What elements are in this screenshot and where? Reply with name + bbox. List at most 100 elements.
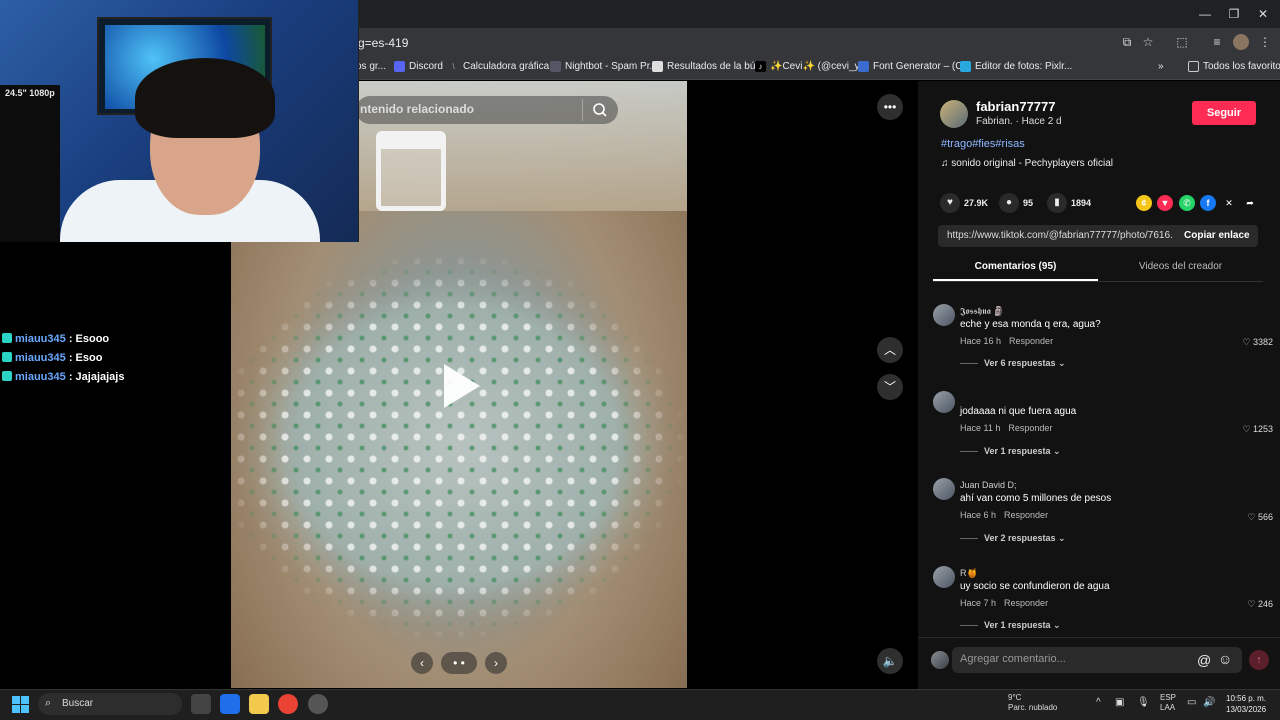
next-video-icon[interactable]: ﹀ bbox=[877, 374, 903, 400]
bookmark-item-font[interactable]: Font Generator – (C... bbox=[858, 61, 971, 72]
comment-likes[interactable]: ♡ 1253 bbox=[1223, 424, 1273, 435]
chat-badge-icon bbox=[2, 352, 12, 362]
commenter-avatar[interactable] bbox=[933, 566, 955, 588]
screen: — ❐ ✕ g=es-419 ⧉ ☆ ⬚ ≡ ⋮ os gr... Discor… bbox=[0, 0, 1280, 720]
windows-start-icon[interactable] bbox=[12, 696, 30, 714]
network-icon[interactable]: ▭ bbox=[1187, 697, 1196, 708]
reply-button[interactable]: Responder bbox=[1004, 510, 1048, 520]
bookmark-star-icon[interactable]: ☆ bbox=[1140, 34, 1156, 50]
microphone-icon[interactable]: 🎙 bbox=[1137, 697, 1150, 708]
bookmark-item-nightbot[interactable]: Nightbot - Spam Pr... bbox=[550, 61, 658, 72]
more-bookmarks-icon[interactable]: » bbox=[1158, 61, 1164, 72]
taskbar-clock[interactable]: 10:56 p. m. 13/03/2026 bbox=[1226, 693, 1266, 715]
menu-icon[interactable]: ⋮ bbox=[1257, 34, 1273, 50]
carousel-next-button[interactable]: › bbox=[485, 652, 507, 674]
minimize-icon[interactable]: — bbox=[1195, 5, 1215, 23]
webcam-overlay: 24.5" 1080p bbox=[0, 0, 359, 242]
heart-outline-icon: ♡ bbox=[1242, 424, 1253, 434]
carousel-prev-button[interactable]: ‹ bbox=[411, 652, 433, 674]
obs-icon[interactable] bbox=[308, 694, 328, 714]
font-icon bbox=[858, 61, 869, 72]
reply-button[interactable]: Responder bbox=[1008, 423, 1052, 433]
bookmark-item-pixlr[interactable]: Editor de fotos: Pixlr... bbox=[960, 61, 1072, 72]
post-sound[interactable]: ♫ sonido original - Pechyplayers oficial bbox=[941, 158, 1113, 169]
reply-button[interactable]: Responder bbox=[1009, 336, 1053, 346]
tab-creator-videos[interactable]: Videos del creador bbox=[1098, 261, 1263, 272]
comment-likes[interactable]: ♡ 3382 bbox=[1223, 337, 1273, 348]
restore-icon[interactable]: ❐ bbox=[1224, 5, 1244, 23]
share-arrow-icon[interactable]: ➦ bbox=[1242, 195, 1258, 211]
bookmark-item-discord[interactable]: Discord bbox=[394, 61, 443, 72]
repost-share-icon[interactable]: ▼ bbox=[1157, 195, 1173, 211]
close-icon[interactable]: ✕ bbox=[1253, 5, 1273, 23]
webcam-person-hair bbox=[135, 58, 275, 138]
commenter-name[interactable]: 𝕵𝖔𝖘𝖘𝖍𝖚𝖆 🗿 bbox=[960, 306, 1005, 317]
author-avatar[interactable] bbox=[940, 100, 968, 128]
chat-message: miauu345 : Esoo bbox=[2, 352, 102, 364]
bookmark-item-tiktok[interactable]: ♪ ✨Cevi✨ (@cevi_y... bbox=[755, 61, 867, 72]
more-options-icon[interactable]: ••• bbox=[877, 94, 903, 120]
search-icon[interactable] bbox=[590, 100, 610, 120]
tab-comments[interactable]: Comentarios (95) bbox=[933, 261, 1098, 272]
copy-link-button[interactable]: Copiar enlace bbox=[1184, 230, 1250, 241]
heart-outline-icon: ♡ bbox=[1247, 512, 1258, 522]
whatsapp-icon[interactable]: ✆ bbox=[1179, 195, 1195, 211]
discord-icon bbox=[394, 61, 405, 72]
previous-video-icon[interactable]: ︿ bbox=[877, 337, 903, 363]
file-explorer-icon[interactable] bbox=[249, 694, 269, 714]
profile-avatar[interactable] bbox=[1233, 34, 1249, 50]
bookmark-item-calculator[interactable]: \ Calculadora gráfica... bbox=[448, 61, 557, 72]
commenter-name[interactable]: Juan David D; bbox=[960, 480, 1017, 490]
task-view-icon[interactable] bbox=[191, 694, 211, 714]
current-user-avatar bbox=[931, 651, 949, 669]
edge-icon[interactable] bbox=[220, 694, 240, 714]
carousel-dots[interactable]: • • bbox=[441, 652, 477, 674]
emoji-icon[interactable]: ☺ bbox=[1218, 651, 1232, 667]
tray-app-icon[interactable]: ▣ bbox=[1115, 697, 1124, 708]
tiktok-icon: ♪ bbox=[755, 61, 766, 72]
comment-likes[interactable]: ♡ 246 bbox=[1223, 599, 1273, 610]
view-replies-button[interactable]: Ver 1 respuesta ⌄ bbox=[960, 446, 1061, 457]
weather-widget[interactable]: 9°C Parc. nublado bbox=[1008, 693, 1057, 713]
comment-likes[interactable]: ♡ 566 bbox=[1223, 512, 1273, 523]
bookmark-item[interactable]: os gr... bbox=[356, 61, 386, 72]
view-replies-button[interactable]: Ver 1 respuesta ⌄ bbox=[960, 620, 1061, 631]
commenter-avatar[interactable] bbox=[933, 304, 955, 326]
mention-icon[interactable]: @ bbox=[1197, 652, 1211, 668]
author-username[interactable]: fabrian77777 bbox=[976, 99, 1056, 114]
comment-icon: ● bbox=[999, 193, 1019, 213]
send-icon[interactable]: ↑ bbox=[1249, 650, 1269, 670]
tabs-divider bbox=[933, 281, 1263, 282]
view-replies-button[interactable]: Ver 2 respuestas ⌄ bbox=[960, 533, 1066, 544]
commenter-name[interactable]: R🍯 bbox=[960, 568, 978, 579]
commenter-avatar[interactable] bbox=[933, 478, 955, 500]
volume-icon[interactable]: 🔈 bbox=[877, 648, 903, 674]
tray-chevron-icon[interactable]: ^ bbox=[1096, 697, 1101, 708]
taskbar-search[interactable] bbox=[38, 693, 182, 715]
extensions-icon[interactable]: ⬚ bbox=[1174, 34, 1190, 50]
bookmark-item-results[interactable]: Resultados de la bú... bbox=[652, 61, 764, 72]
cast-icon[interactable]: ⧉ bbox=[1119, 34, 1135, 50]
post-hashtags[interactable]: #trago#fies#risas bbox=[941, 138, 1025, 150]
post-link[interactable]: https://www.tiktok.com/@fabrian77777/pho… bbox=[947, 230, 1173, 241]
speaker-icon[interactable]: 🔊 bbox=[1203, 697, 1215, 708]
save-stat[interactable]: ▮ 1894 bbox=[1047, 193, 1091, 213]
follow-button[interactable]: Seguir bbox=[1192, 101, 1256, 125]
commenter-avatar[interactable] bbox=[933, 391, 955, 413]
like-stat[interactable]: ♥ 27.9K bbox=[940, 193, 988, 213]
url-text[interactable]: g=es-419 bbox=[358, 36, 408, 50]
comment-stat[interactable]: ● 95 bbox=[999, 193, 1033, 213]
facebook-icon[interactable]: f bbox=[1200, 195, 1216, 211]
taskbar-search-label: Buscar bbox=[62, 698, 94, 709]
chat-badge-icon bbox=[2, 333, 12, 343]
view-replies-button[interactable]: Ver 6 respuestas ⌄ bbox=[960, 358, 1066, 369]
webcam-pc-case bbox=[0, 85, 60, 242]
language-indicator[interactable]: ESP LAA bbox=[1160, 693, 1176, 713]
x-icon[interactable]: ✕ bbox=[1221, 195, 1237, 211]
chrome-icon[interactable] bbox=[278, 694, 298, 714]
play-icon[interactable] bbox=[444, 364, 480, 408]
all-favorites[interactable]: Todos los favoritos bbox=[1188, 61, 1280, 72]
coin-share-icon[interactable]: ¢ bbox=[1136, 195, 1152, 211]
reply-button[interactable]: Responder bbox=[1004, 598, 1048, 608]
reading-list-icon[interactable]: ≡ bbox=[1209, 34, 1225, 50]
